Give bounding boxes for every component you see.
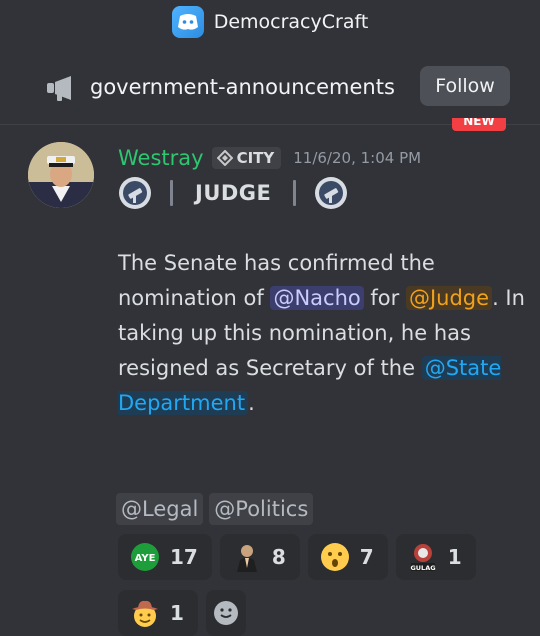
- reaction-surprised[interactable]: 7: [307, 534, 388, 580]
- separator: [293, 180, 297, 206]
- body-text: .: [248, 391, 255, 415]
- reaction-count: 7: [359, 545, 374, 569]
- reaction-praying-man[interactable]: 8: [219, 534, 300, 580]
- svg-text:GULAG: GULAG: [410, 564, 435, 572]
- role-mentions: @Legal @Politics: [116, 493, 314, 525]
- new-badge-label: NEW: [452, 118, 506, 131]
- reaction-count: 1: [447, 545, 462, 569]
- aye-icon: AYE: [131, 543, 159, 571]
- gov-seal-icon: [315, 177, 348, 209]
- server-tag-label: CITY: [236, 149, 275, 167]
- channel-header: government-announcements Follow: [0, 62, 540, 112]
- add-reaction-icon: [213, 601, 238, 625]
- judge-label: JUDGE: [195, 181, 272, 205]
- role-mention-politics[interactable]: @Politics: [209, 493, 314, 525]
- svg-text:AYE: AYE: [135, 553, 156, 564]
- reaction-count: 17: [170, 545, 198, 569]
- reaction-count: 8: [271, 545, 286, 569]
- role-mention-legal[interactable]: @Legal: [116, 493, 204, 525]
- praying-man-icon: [236, 545, 257, 572]
- judge-header-line: JUDGE: [118, 175, 348, 211]
- server-tag[interactable]: CITY: [211, 147, 282, 169]
- reactions-bar: AYE 17 8 7 GULAG 1 1: [118, 534, 528, 636]
- megaphone-icon: [47, 76, 71, 101]
- reaction-count: 1: [170, 601, 184, 625]
- server-discord-icon: [171, 6, 204, 38]
- reaction-aye[interactable]: AYE 17: [118, 534, 212, 580]
- avatar[interactable]: [28, 142, 94, 208]
- server-name: DemocracyCraft: [213, 11, 369, 33]
- body-text: for: [363, 286, 406, 310]
- reaction-gulag[interactable]: GULAG 1: [395, 534, 476, 580]
- message-body: The Senate has confirmed the nomination …: [118, 246, 528, 421]
- gulag-icon: GULAG: [410, 544, 435, 572]
- server-header: DemocracyCraft: [0, 0, 540, 44]
- follow-button[interactable]: Follow: [420, 66, 510, 106]
- timestamp[interactable]: 11/6/20, 1:04 PM: [293, 149, 421, 167]
- message-header: Westray CITY 11/6/20, 1:04 PM: [118, 144, 421, 172]
- channel-name: government-announcements: [90, 75, 395, 99]
- diamond-icon: [216, 150, 233, 166]
- user-mention-nacho[interactable]: @Nacho: [270, 286, 364, 310]
- new-badge: NEW: [452, 118, 506, 132]
- reaction-cowboy[interactable]: 1: [118, 590, 198, 636]
- cowboy-face-icon: [132, 600, 158, 627]
- role-mention-judge[interactable]: @Judge: [405, 286, 493, 310]
- surprised-face-icon: [320, 543, 349, 571]
- add-reaction-button[interactable]: [205, 590, 246, 636]
- author-name[interactable]: Westray: [118, 146, 204, 170]
- separator: [170, 180, 173, 206]
- gov-seal-icon: [119, 177, 151, 209]
